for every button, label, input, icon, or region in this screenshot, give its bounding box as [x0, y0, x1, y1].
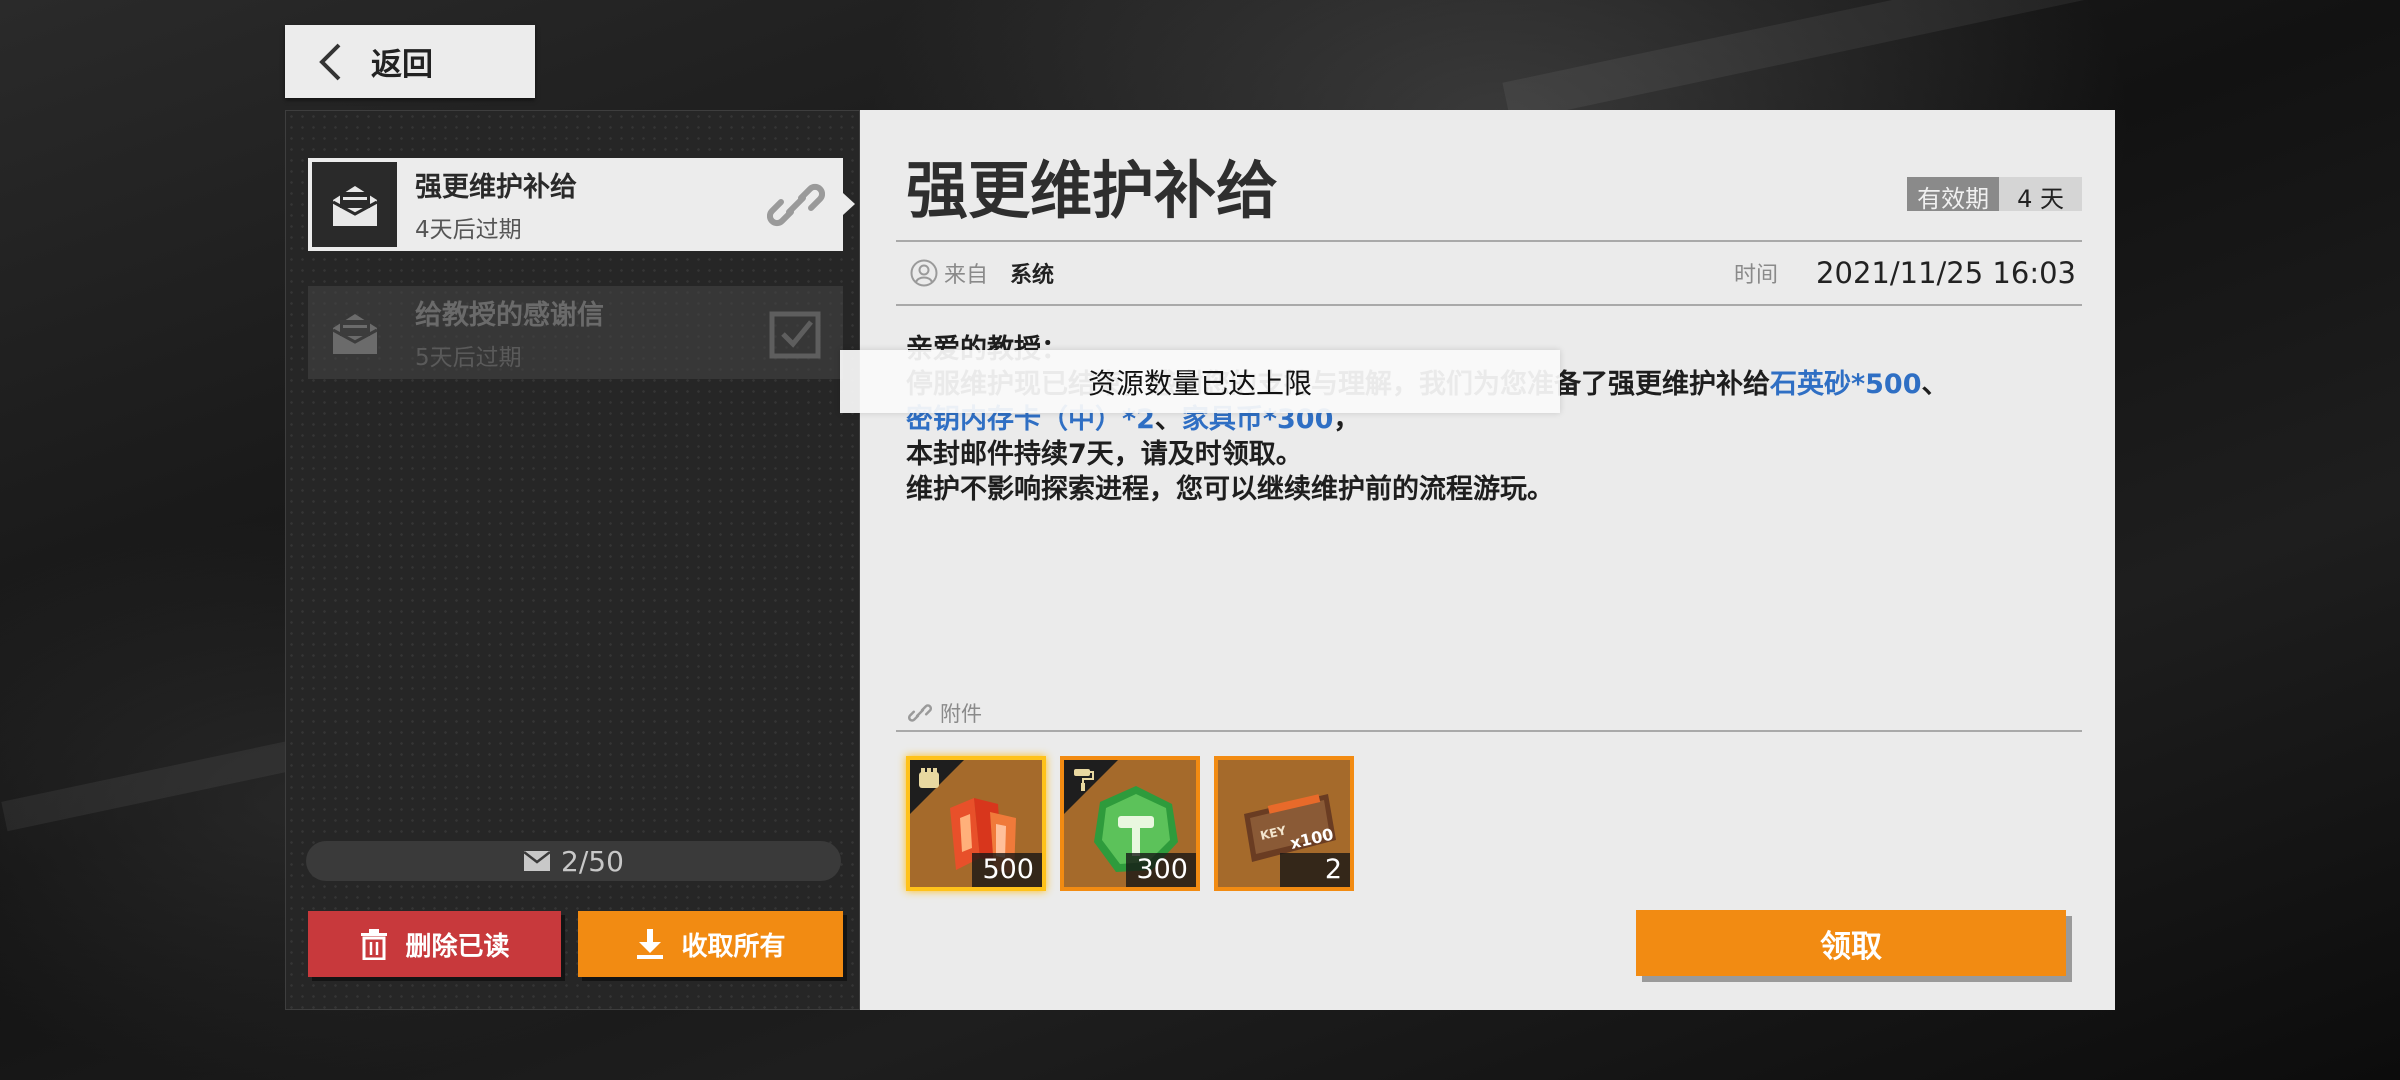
paint-roller-icon — [1074, 769, 1094, 791]
expiry-label: 有效期 — [1907, 177, 2000, 213]
mail-meta: 来自 系统 时间 2021/11/25 16:03 — [896, 240, 2082, 306]
open-envelope-icon — [331, 185, 378, 226]
attachment-count: 2 — [1280, 853, 1350, 887]
attachment-item[interactable]: KEY x100 2 — [1214, 756, 1354, 891]
mail-detail-panel: 强更维护补给 有效期 4 天 来自 系统 时间 2021/11/25 16:03… — [860, 110, 2115, 1010]
mail-item-expiry: 4天后过期 — [415, 217, 522, 243]
delete-read-label: 删除已读 — [405, 931, 510, 962]
mail-body-line: 维护不影响探索进程，您可以继续维护前的流程游玩。 — [906, 474, 1554, 505]
claim-button[interactable]: 领取 — [1636, 910, 2066, 976]
attachment-count: 500 — [972, 853, 1042, 887]
chevron-left-icon — [319, 43, 341, 80]
separator: 、 — [1921, 369, 1949, 400]
mail-counter: 2/50 — [306, 841, 841, 881]
resource-fist-icon — [919, 768, 939, 788]
reward-quartz-sand: 石英砂*500 — [1770, 369, 1922, 400]
mail-icon — [523, 851, 551, 871]
mail-item-title: 给教授的感谢信 — [415, 300, 604, 331]
collect-all-button[interactable]: 收取所有 — [578, 911, 843, 977]
back-button[interactable]: 返回 — [285, 25, 535, 98]
download-icon — [637, 929, 664, 959]
mail-title: 强更维护补给 — [906, 154, 1279, 227]
expiry-badge: 有效期 4 天 — [1907, 177, 2082, 213]
mail-counter-value: 2/50 — [561, 844, 624, 878]
claimed-check-icon — [769, 311, 821, 358]
mail-timestamp: 2021/11/25 16:03 — [1816, 256, 2076, 290]
mail-list-panel: 强更维护补给 4天后过期 给教授的感谢信 5天后过期 2/50 删除已读 收取所… — [285, 110, 860, 1010]
from-label: 来自 — [944, 263, 989, 288]
attachment-list: 500 300 KEY x100 2 — [906, 756, 1354, 891]
toast-message: 资源数量已达上限 — [1087, 366, 1312, 400]
mail-list-item[interactable]: 给教授的感谢信 5天后过期 — [308, 286, 843, 379]
attachment-item[interactable]: 500 — [906, 756, 1046, 891]
attachments-label: 附件 — [940, 702, 982, 726]
attachment-link-icon — [767, 183, 825, 226]
delete-read-button[interactable]: 删除已读 — [308, 911, 561, 977]
toast-notification: 资源数量已达上限 — [840, 350, 1560, 413]
claim-label: 领取 — [1820, 928, 1882, 965]
sender: 系统 — [1010, 263, 1055, 288]
mail-item-expiry: 5天后过期 — [415, 345, 522, 371]
mail-item-title: 强更维护补给 — [415, 172, 577, 203]
attachment-item[interactable]: 300 — [1060, 756, 1200, 891]
attachments-header: 附件 — [896, 696, 2082, 732]
link-icon — [908, 704, 932, 722]
collect-all-label: 收取所有 — [681, 931, 786, 962]
trash-icon — [361, 929, 388, 960]
envelope-icon-box — [312, 162, 397, 247]
expiry-value: 4 天 — [1999, 177, 2082, 213]
open-envelope-icon — [331, 313, 378, 354]
back-label: 返回 — [371, 47, 433, 83]
envelope-icon-box — [312, 290, 397, 375]
attachment-count: 300 — [1126, 853, 1196, 887]
mail-list-item[interactable]: 强更维护补给 4天后过期 — [308, 158, 855, 251]
background-streak — [1502, 0, 2098, 122]
user-icon — [910, 259, 938, 287]
time-label: 时间 — [1734, 263, 1779, 288]
mail-body-line: 本封邮件持续7天，请及时领取。 — [906, 439, 1303, 470]
